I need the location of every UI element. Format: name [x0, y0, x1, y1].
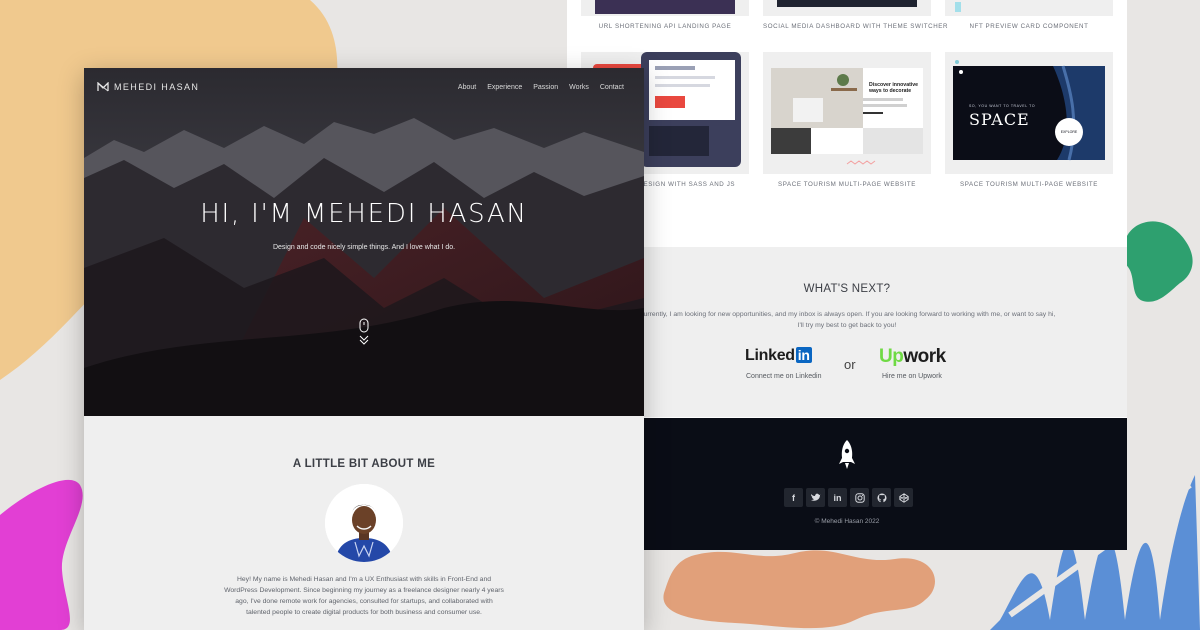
- site-footer: f in © Mehedi Hasan 2022: [567, 418, 1127, 550]
- works-page-card: URL SHORTENING API LANDING PAGE SOCIAL M…: [567, 0, 1127, 550]
- work-caption-6: SPACE TOURISM MULTI-PAGE WEBSITE: [960, 181, 1098, 188]
- twitter-icon[interactable]: [806, 488, 825, 507]
- work-thumb-nft-card[interactable]: [945, 0, 1113, 16]
- hero-title: HI, I'M MEHEDI HASAN: [200, 199, 528, 229]
- or-separator: or: [844, 357, 856, 372]
- brand-logo[interactable]: MEHEDI HASAN: [97, 82, 199, 92]
- upwork-logo[interactable]: Upwork: [879, 346, 946, 368]
- space-heading: SPACE: [969, 110, 1030, 129]
- linkedin-icon[interactable]: in: [828, 488, 847, 507]
- room-heading: Discover innovative ways to decorate: [869, 82, 919, 94]
- hero-subtitle: Design and code nicely simple things. An…: [272, 244, 456, 251]
- linkedin-box: in: [795, 347, 812, 363]
- work-caption-3: NFT PREVIEW CARD COMPONENT: [969, 23, 1089, 30]
- whats-next-text: Currently, I am looking for new opportun…: [638, 311, 1056, 329]
- github-icon[interactable]: [872, 488, 891, 507]
- profile-photo: [325, 484, 403, 562]
- avatar: [325, 484, 403, 562]
- nav-about[interactable]: About: [458, 84, 476, 91]
- peach-blob-shape: [663, 550, 935, 629]
- whats-next-title: WHAT'S NEXT?: [803, 283, 891, 295]
- work-thumb-space-tourism[interactable]: SO, YOU WANT TO TRAVEL TO SPACE EXPLORE: [945, 52, 1113, 174]
- about-section: A LITTLE BIT ABOUT ME Hey! My name is Me…: [84, 416, 644, 630]
- room-website-preview: [771, 68, 923, 165]
- facebook-icon[interactable]: f: [784, 488, 803, 507]
- brand-name: MEHEDI HASAN: [114, 82, 200, 92]
- m-monogram-icon: [97, 82, 109, 92]
- work-thumb-url-shortening[interactable]: [581, 0, 749, 16]
- upwork-work: work: [903, 346, 946, 367]
- main-nav: About Experience Passion Works Contact: [458, 84, 624, 91]
- work-thumb-room-website[interactable]: Discover innovative ways to decorate: [763, 52, 931, 174]
- green-blob-shape: [1122, 221, 1193, 302]
- mouse-scroll-icon[interactable]: [357, 318, 371, 348]
- work-thumb-social-dashboard[interactable]: [763, 0, 931, 16]
- rocket-icon: [839, 440, 855, 469]
- nav-passion[interactable]: Passion: [533, 84, 558, 91]
- space-explore-button: EXPLORE: [1060, 130, 1078, 134]
- nav-works[interactable]: Works: [569, 84, 589, 91]
- codepen-icon[interactable]: [894, 488, 913, 507]
- linkedin-subtext[interactable]: Connect me on Linkedin: [746, 373, 822, 380]
- home-page-card: MEHEDI HASAN About Experience Passion Wo…: [84, 68, 644, 630]
- hero-section: MEHEDI HASAN About Experience Passion Wo…: [84, 68, 644, 416]
- instagram-icon[interactable]: [850, 488, 869, 507]
- copyright-text: © Mehedi Hasan 2022: [814, 518, 880, 525]
- upwork-subtext[interactable]: Hire me on Upwork: [882, 373, 942, 380]
- nav-contact[interactable]: Contact: [600, 84, 624, 91]
- work-caption-2: SOCIAL MEDIA DASHBOARD WITH THEME SWITCH…: [763, 23, 949, 30]
- mountain-background-image: [84, 68, 644, 416]
- linkedin-logo[interactable]: Linked in: [745, 347, 812, 365]
- upwork-up: Up: [879, 346, 904, 367]
- magenta-blob-shape: [0, 479, 83, 630]
- work-caption-5: SPACE TOURISM MULTI-PAGE WEBSITE: [778, 181, 916, 188]
- work-caption-1: URL SHORTENING API LANDING PAGE: [598, 23, 732, 30]
- space-kicker: SO, YOU WANT TO TRAVEL TO: [969, 104, 1036, 108]
- nav-experience[interactable]: Experience: [487, 84, 522, 91]
- whats-next-section: WHAT'S NEXT? Currently, I am looking for…: [567, 247, 1127, 417]
- about-bio: Hey! My name is Mehedi Hasan and I'm a U…: [224, 576, 504, 616]
- about-title: A LITTLE BIT ABOUT ME: [292, 458, 436, 470]
- linkedin-word: Linked: [745, 347, 795, 364]
- social-links: f in: [784, 488, 913, 507]
